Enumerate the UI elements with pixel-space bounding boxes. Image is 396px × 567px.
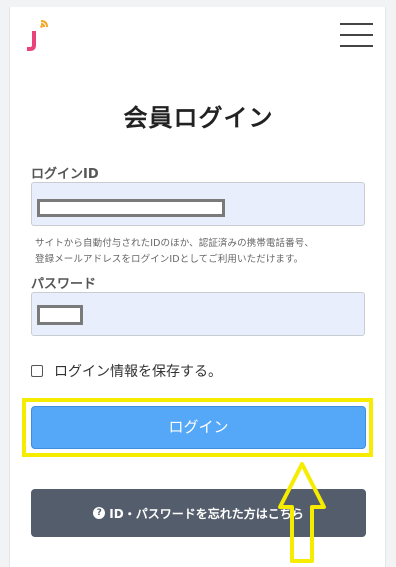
redacted-value	[37, 199, 225, 217]
login-card: 会員ログイン ログインID サイトから自動付与されたIDのほか、認証済みの携帯電…	[9, 7, 386, 567]
login-id-hint: サイトから自動付与されたIDのほか、認証済みの携帯電話番号、 登録メールアドレス…	[35, 238, 314, 265]
password-input[interactable]	[31, 292, 365, 336]
up-arrow-annotation-icon	[278, 462, 326, 563]
j-logo-icon[interactable]	[24, 17, 54, 57]
remember-checkbox[interactable]	[31, 365, 43, 377]
login-id-label: ログインID	[31, 167, 99, 182]
question-circle-icon: ?	[93, 507, 106, 519]
remember-login[interactable]: ログイン情報を保存する。	[31, 361, 222, 381]
redacted-value	[37, 305, 83, 325]
hamburger-menu-icon[interactable]	[340, 23, 376, 51]
password-label: パスワード	[31, 277, 97, 292]
page-title: 会員ログイン	[123, 104, 274, 132]
login-button[interactable]: ログイン	[31, 406, 366, 449]
login-id-input[interactable]	[31, 182, 365, 226]
remember-label: ログイン情報を保存する。	[54, 364, 222, 380]
